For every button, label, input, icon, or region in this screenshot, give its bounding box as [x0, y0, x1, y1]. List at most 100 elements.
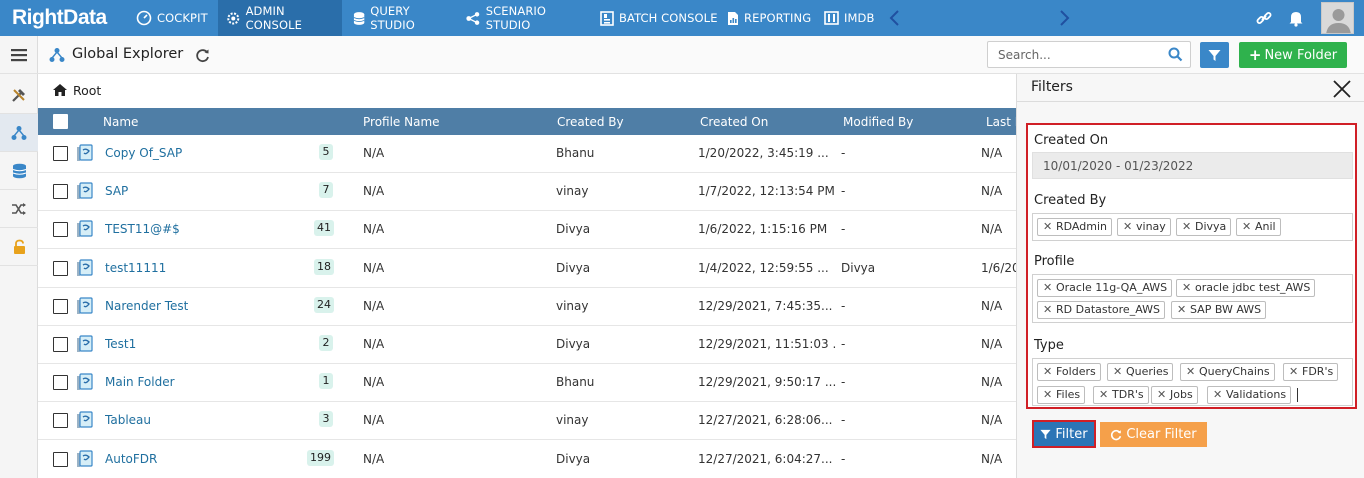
table-row[interactable]: Narender Test 24 N/A vinay 12/29/2021, 7:45:…	[38, 287, 1016, 326]
tag-created-by[interactable]: ✕ RDAdmin	[1037, 218, 1112, 236]
remove-tag-icon[interactable]: ✕	[1099, 387, 1108, 403]
nav-prev-arrow-icon[interactable]	[888, 9, 902, 27]
table-row[interactable]: TEST11@#$ 41 N/A Divya 1/6/2022, 1:15:16 PM -…	[38, 211, 1016, 250]
tag-type[interactable]: ✕ Files	[1037, 386, 1086, 404]
search-icon[interactable]	[1168, 47, 1183, 62]
remove-tag-icon[interactable]: ✕	[1242, 219, 1251, 235]
remove-tag-icon[interactable]: ✕	[1177, 302, 1186, 318]
sidebar-item-datastore[interactable]	[0, 152, 38, 190]
column-header-name[interactable]: Name	[103, 115, 138, 129]
row-checkbox[interactable]	[53, 375, 68, 391]
user-avatar[interactable]	[1321, 2, 1354, 34]
nav-reporting[interactable]: REPORTING	[727, 0, 819, 36]
cell-name[interactable]: Narender Test	[105, 299, 188, 313]
remove-tag-icon[interactable]: ✕	[1182, 219, 1191, 235]
table-row[interactable]: AutoFDR 199 N/A Divya 12/27/2021, 6:04:27...…	[38, 440, 1016, 478]
remove-tag-icon[interactable]: ✕	[1043, 364, 1052, 380]
clear-filter-button[interactable]: Clear Filter	[1100, 422, 1207, 447]
nav-batch-console[interactable]: BATCH CONSOLE	[600, 0, 718, 36]
select-all-checkbox[interactable]	[53, 114, 68, 129]
tag-profile[interactable]: ✕ Oracle 11g-QA_AWS	[1037, 279, 1173, 297]
search-input[interactable]	[988, 42, 1158, 67]
menu-toggle[interactable]	[0, 36, 38, 74]
tag-created-by[interactable]: ✕ Divya	[1176, 218, 1232, 236]
bell-icon[interactable]	[1287, 9, 1305, 27]
remove-tag-icon[interactable]: ✕	[1043, 280, 1052, 296]
table-row[interactable]: SAP 7 N/A vinay 1/7/2022, 12:13:54 PM - N/A	[38, 173, 1016, 212]
nav-imdb[interactable]: IMDB	[824, 0, 884, 36]
table-row[interactable]: Test1 2 N/A Divya 12/29/2021, 11:51:03 ... - N…	[38, 326, 1016, 364]
breadcrumb-root[interactable]: Root	[73, 83, 101, 98]
nav-cockpit[interactable]: COCKPIT	[136, 0, 218, 36]
created-by-tags[interactable]: ✕ RDAdmin ✕ vinay ✕ Divya ✕ Anil	[1032, 213, 1353, 241]
tag-type[interactable]: ✕ Jobs	[1151, 386, 1198, 404]
tag-created-by[interactable]: ✕ Anil	[1236, 218, 1281, 236]
tag-profile[interactable]: ✕ RD Datastore_AWS	[1037, 301, 1165, 319]
row-checkbox[interactable]	[53, 222, 68, 238]
cell-name[interactable]: Tableau	[105, 413, 151, 427]
sidebar-item-global-explorer[interactable]	[0, 114, 38, 152]
tag-type[interactable]: ✕ FDR's	[1283, 363, 1339, 381]
nav-admin-console[interactable]: ADMIN CONSOLE	[218, 0, 342, 36]
cell-name[interactable]: AutoFDR	[105, 452, 157, 466]
nav-query-studio[interactable]: QUERY STUDIO	[353, 0, 453, 36]
row-checkbox[interactable]	[53, 298, 68, 314]
tag-profile[interactable]: ✕ oracle jdbc test_AWS	[1176, 279, 1316, 297]
close-icon[interactable]	[1332, 79, 1352, 99]
refresh-icon[interactable]	[195, 48, 210, 63]
cell-name[interactable]: test11111	[105, 261, 166, 275]
remove-tag-icon[interactable]: ✕	[1043, 302, 1052, 318]
column-header-modified-by[interactable]: Modified By	[843, 115, 913, 129]
row-checkbox[interactable]	[53, 184, 68, 200]
remove-tag-icon[interactable]: ✕	[1186, 364, 1195, 380]
apply-filter-button[interactable]: Filter	[1032, 420, 1096, 448]
remove-tag-icon[interactable]: ✕	[1123, 219, 1132, 235]
column-header-created-by[interactable]: Created By	[557, 115, 624, 129]
row-checkbox[interactable]	[53, 146, 68, 161]
new-folder-button[interactable]: + New Folder	[1239, 42, 1347, 68]
table-row[interactable]: test11111 18 N/A Divya 1/4/2022, 12:59:55 ..…	[38, 249, 1016, 288]
nav-scenario-studio[interactable]: SCENARIO STUDIO	[466, 0, 586, 36]
profile-tags[interactable]: ✕ Oracle 11g-QA_AWS ✕ oracle jdbc test_AWS…	[1032, 274, 1353, 323]
tag-type[interactable]: ✕ Validations	[1207, 386, 1292, 404]
remove-tag-icon[interactable]: ✕	[1213, 387, 1222, 403]
remove-tag-icon[interactable]: ✕	[1182, 280, 1191, 296]
link-icon[interactable]	[1255, 9, 1273, 27]
row-checkbox[interactable]	[53, 451, 68, 467]
row-checkbox[interactable]	[53, 337, 68, 352]
row-checkbox[interactable]	[53, 260, 68, 276]
table-row[interactable]: Copy Of_SAP 5 N/A Bhanu 1/20/2022, 3:45:19 .…	[38, 135, 1016, 173]
tag-type[interactable]: ✕ TDR's	[1093, 386, 1149, 404]
sidebar-item-shuffle[interactable]	[0, 190, 38, 228]
cell-modified-by: -	[841, 337, 846, 351]
tag-type[interactable]: ✕ Folders	[1037, 363, 1101, 381]
cell-name[interactable]: Copy Of_SAP	[105, 146, 182, 160]
filter-toggle-button[interactable]	[1200, 42, 1229, 68]
cell-name[interactable]: Test1	[105, 337, 136, 351]
cell-name[interactable]: SAP	[105, 184, 128, 198]
remove-tag-icon[interactable]: ✕	[1113, 364, 1122, 380]
table-row[interactable]: Main Folder 1 N/A Bhanu 12/29/2021, 9:50:17 …	[38, 364, 1016, 403]
tag-type[interactable]: ✕ Queries	[1107, 363, 1174, 381]
rightdata-logo[interactable]: RightData	[12, 5, 117, 31]
remove-tag-icon[interactable]: ✕	[1043, 219, 1052, 235]
column-header-last-modified[interactable]: Last M	[986, 115, 1016, 129]
created-on-date-range[interactable]: 10/01/2020 - 01/23/2022	[1032, 152, 1353, 179]
tag-type[interactable]: ✕ QueryChains	[1180, 363, 1275, 381]
tag-created-by[interactable]: ✕ vinay	[1117, 218, 1171, 236]
column-header-created-on[interactable]: Created On	[700, 115, 768, 129]
type-tags[interactable]: ✕ Folders ✕ Queries ✕ QueryChains ✕ FDR's ✕ F…	[1032, 358, 1353, 406]
nav-next-arrow-icon[interactable]	[1057, 9, 1071, 27]
remove-tag-icon[interactable]: ✕	[1157, 387, 1166, 403]
sidebar-item-security[interactable]	[0, 228, 38, 266]
table-row[interactable]: Tableau 3 N/A vinay 12/27/2021, 6:28:06... - N…	[38, 402, 1016, 441]
sidebar-item-tools[interactable]	[0, 76, 38, 114]
remove-tag-icon[interactable]: ✕	[1289, 364, 1298, 380]
row-checkbox[interactable]	[53, 413, 68, 429]
cell-name[interactable]: TEST11@#$	[105, 222, 180, 236]
home-icon[interactable]	[52, 83, 68, 97]
cell-name[interactable]: Main Folder	[105, 375, 175, 389]
remove-tag-icon[interactable]: ✕	[1043, 387, 1052, 403]
column-header-profile[interactable]: Profile Name	[363, 115, 440, 129]
tag-profile[interactable]: ✕ SAP BW AWS	[1171, 301, 1267, 319]
